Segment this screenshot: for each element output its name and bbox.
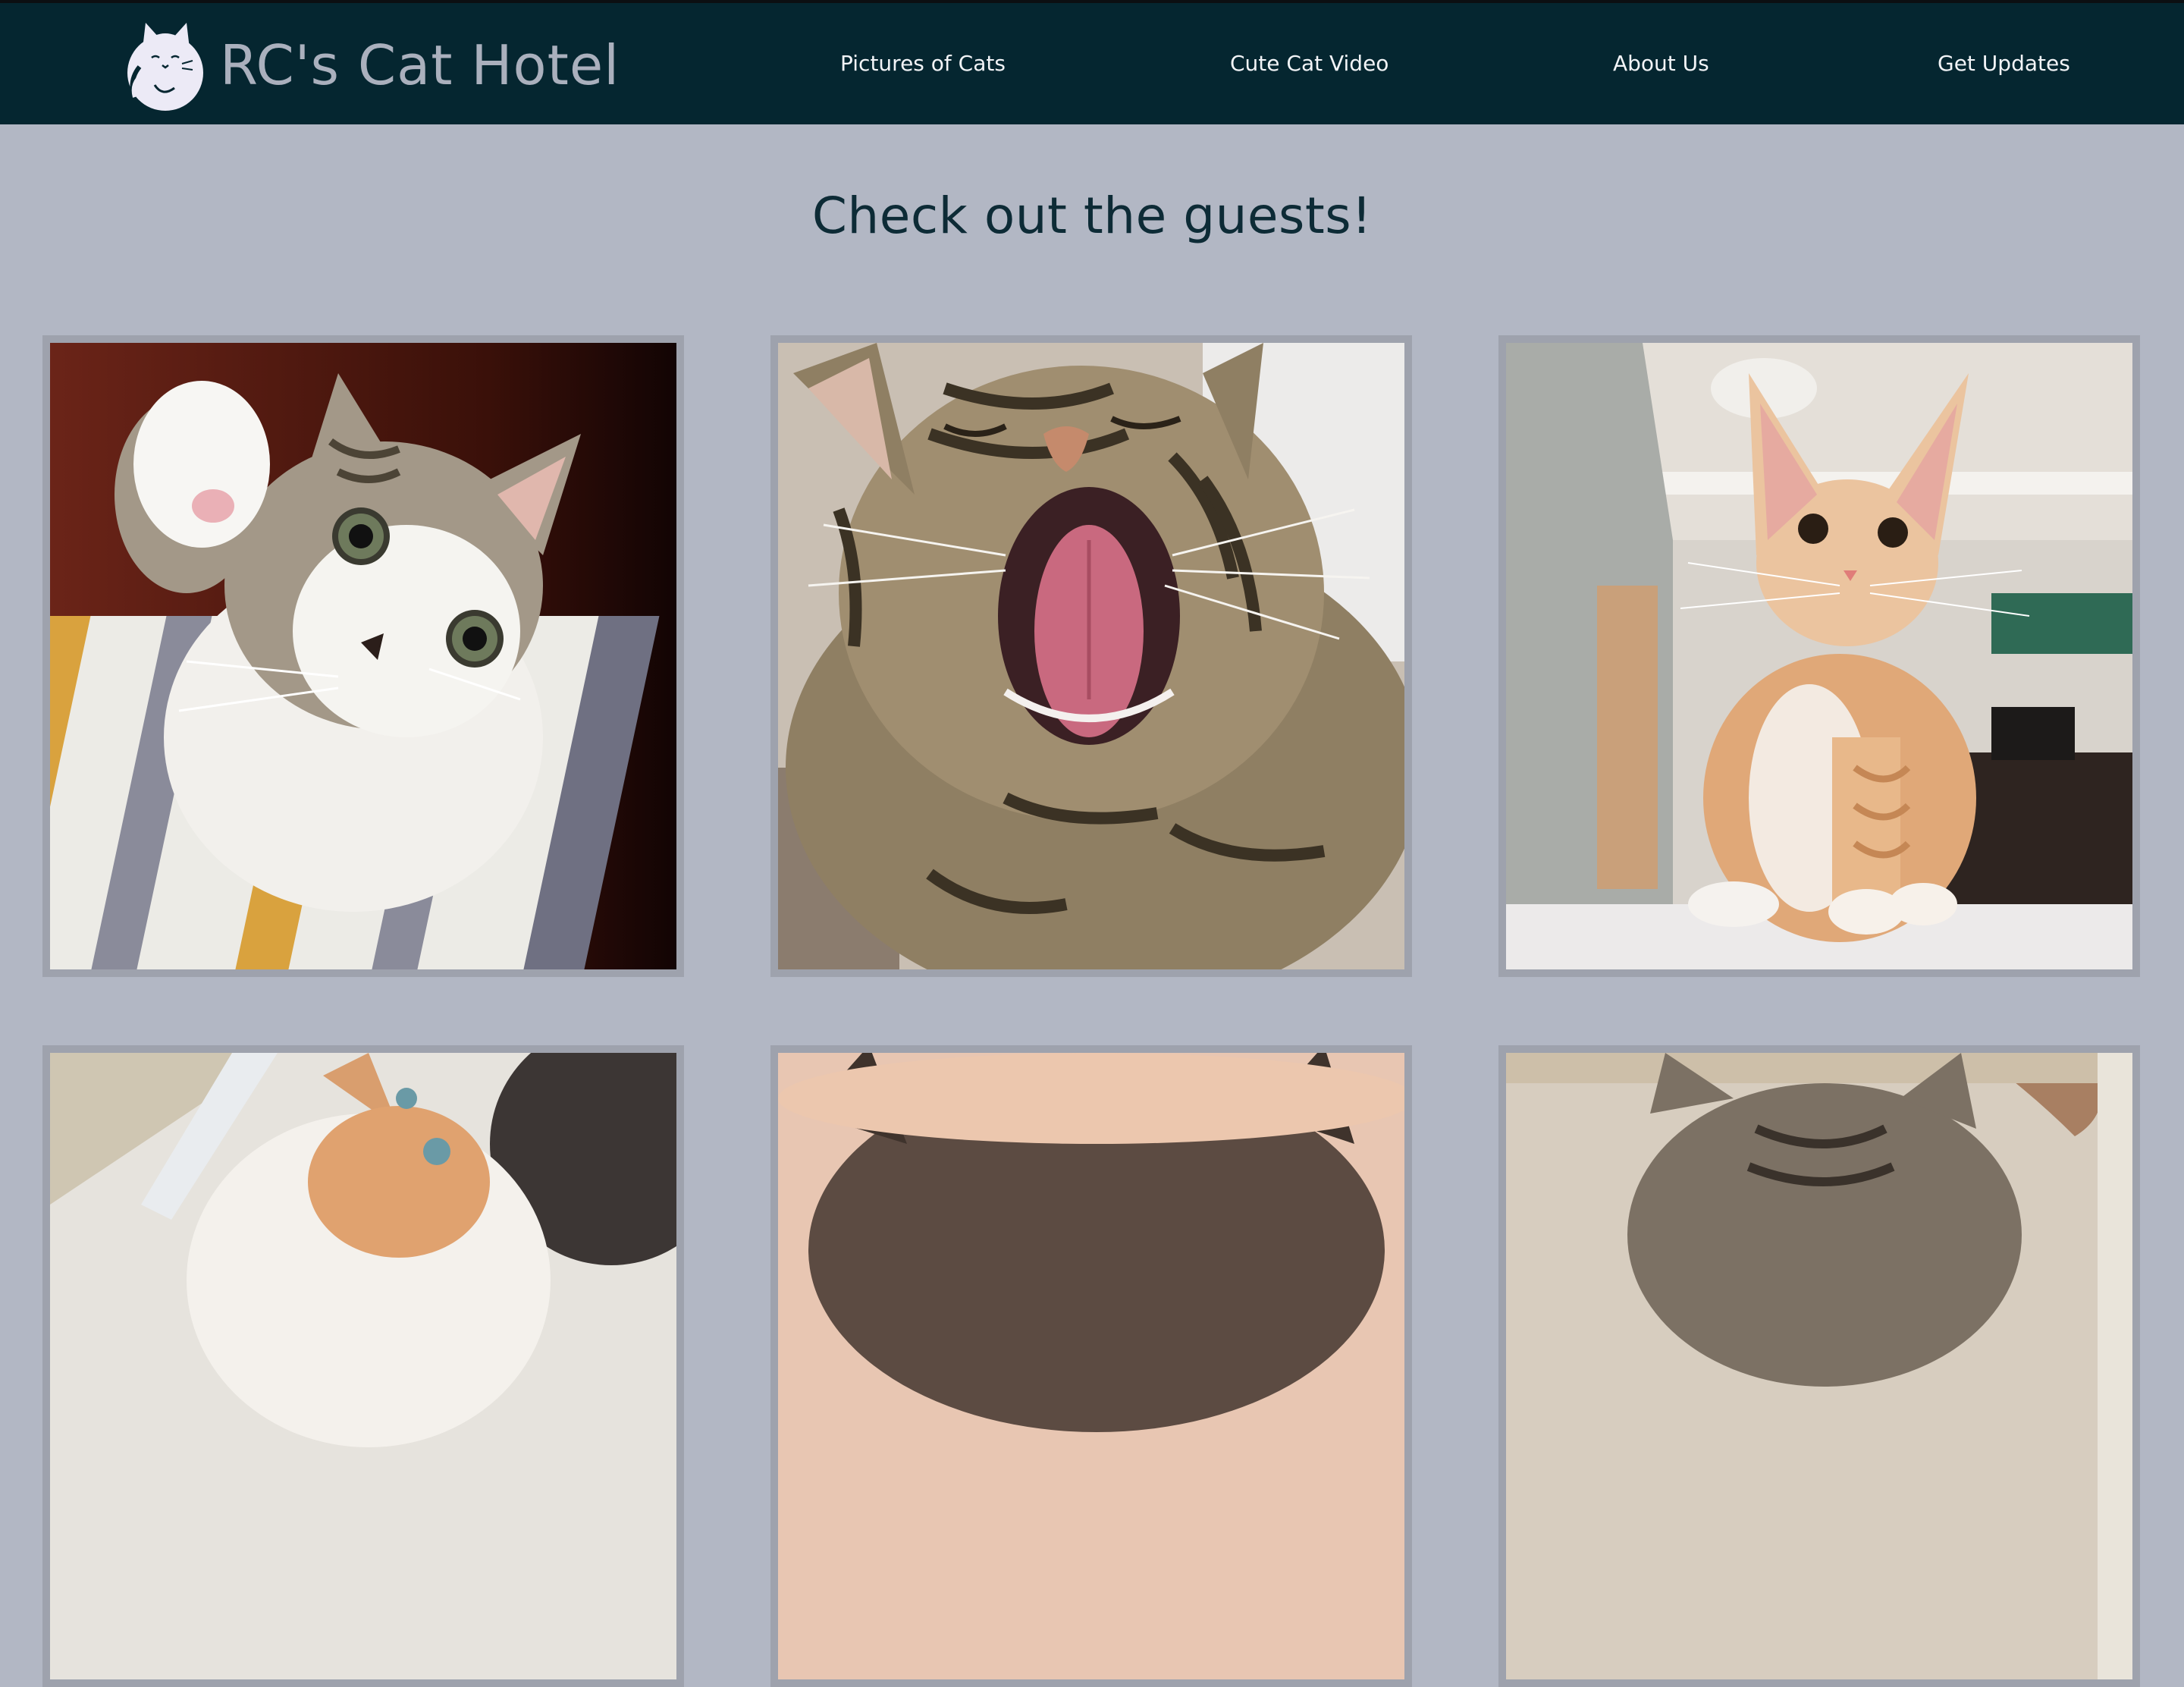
nav-cute-cat-video[interactable]: Cute Cat Video [1230, 49, 1389, 79]
main-nav: Pictures of Cats Cute Cat Video About Us… [0, 3, 2184, 124]
nav-get-updates[interactable]: Get Updates [1938, 49, 2070, 79]
grey-tabby-kitten-photo [1506, 1053, 2132, 1679]
gallery-photo [770, 1045, 1412, 1687]
gallery-photo [42, 1045, 684, 1687]
nav-about-us[interactable]: About Us [1613, 49, 1709, 79]
page-heading: Check out the guests! [811, 187, 1373, 245]
gallery-photo [1498, 1045, 2140, 1687]
gallery-photo [42, 335, 684, 977]
ginger-kitten-photo [50, 1053, 676, 1679]
long-haired-cat-photo [778, 1053, 1404, 1679]
orange-kitten-photo [1506, 343, 2132, 969]
yawning-cat-photo [778, 343, 1404, 969]
kitten-paw-photo [50, 343, 676, 969]
gallery-photo [770, 335, 1412, 977]
gallery-photo [1498, 335, 2140, 977]
nav-pictures-of-cats[interactable]: Pictures of Cats [840, 49, 1006, 79]
